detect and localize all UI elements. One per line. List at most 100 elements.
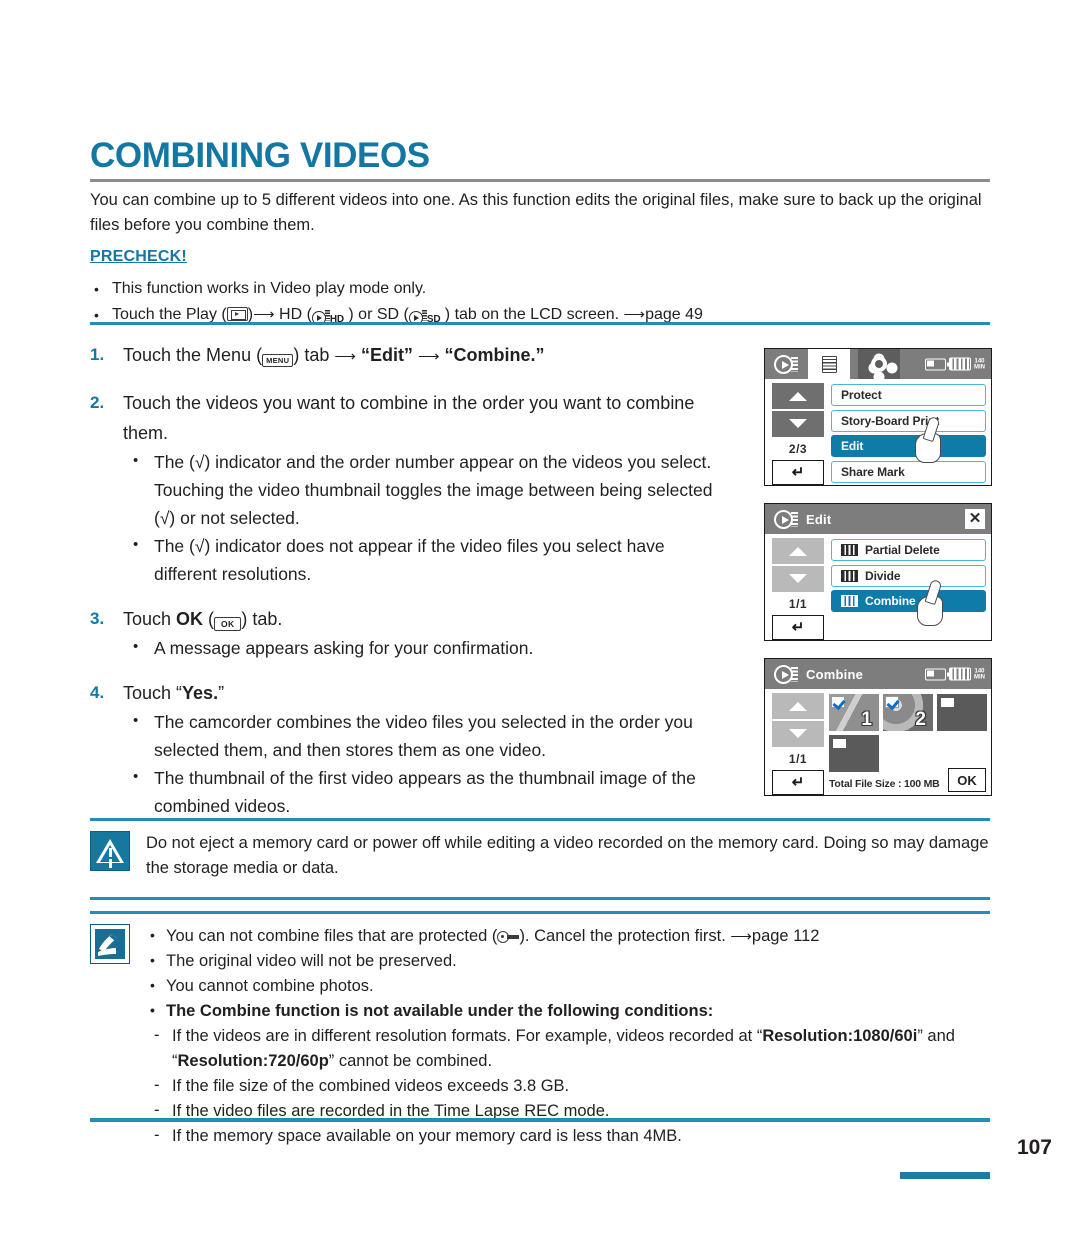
step-4-bullets: The camcorder combines the video files y… bbox=[123, 707, 730, 820]
edit-scroll-down-button[interactable] bbox=[772, 565, 824, 592]
combine-back-button[interactable]: ↵ bbox=[772, 769, 824, 795]
caution-text: Do not eject a memory card or power off … bbox=[146, 834, 989, 877]
note-divider-bottom bbox=[90, 1118, 990, 1122]
menu-scroll-up-button[interactable] bbox=[772, 383, 824, 409]
step-3-bullet-1: A message appears asking for your confir… bbox=[123, 633, 730, 662]
sd-icon: SD bbox=[408, 305, 441, 325]
menu-screen-nav: 2/3 ↵ bbox=[772, 383, 824, 485]
precheck-play-label: Touch the Play ( bbox=[112, 306, 227, 323]
step-4: 4. Touch “Yes.” The camcorder combines t… bbox=[90, 678, 730, 820]
step-4-number: 4. bbox=[90, 683, 105, 702]
menu-scroll-down-button[interactable] bbox=[772, 410, 824, 437]
back-arrow-icon: ↵ bbox=[791, 464, 805, 481]
step-3-text-b: ( bbox=[203, 609, 215, 629]
step-1-arrow-1-icon: ⟶ bbox=[334, 348, 356, 365]
menu-item-share-mark[interactable]: Share Mark bbox=[831, 460, 986, 483]
exclamation-icon bbox=[108, 848, 112, 857]
menu-items-list: Protect Story-Board Print Edit Share Mar… bbox=[831, 384, 986, 486]
menu-screen-body: 2/3 ↵ Protect Story-Board Print Edit Sha… bbox=[765, 379, 991, 485]
document-icon bbox=[821, 355, 837, 373]
menu-item-protect[interactable]: Protect bbox=[831, 384, 986, 406]
step-3-bullets: A message appears asking for your confir… bbox=[123, 633, 730, 662]
thumbnail-1-check-icon bbox=[831, 696, 845, 708]
thumbnail-1-order-number: 1 bbox=[861, 709, 872, 730]
warning-triangle-icon bbox=[96, 839, 124, 863]
menu-item-edit[interactable]: Edit bbox=[831, 435, 986, 457]
menu-item-story-board-print-label: Story-Board Print bbox=[841, 413, 940, 428]
note-condition-1-text-c: ” cannot be combined. bbox=[328, 1052, 493, 1070]
ok-button-icon: OK bbox=[214, 617, 242, 631]
edit-scroll-up-button[interactable] bbox=[772, 538, 824, 564]
note-text-column: You can not combine files that are prote… bbox=[146, 923, 990, 1149]
note-condition-4: If the memory space available on your me… bbox=[146, 1123, 990, 1149]
edit-chevron-up-icon bbox=[789, 546, 807, 556]
menu-back-button[interactable]: ↵ bbox=[772, 459, 824, 485]
edit-screen-titlebar: Edit ✕ bbox=[765, 504, 991, 534]
play-mode-disc-icon bbox=[774, 354, 793, 374]
footer-accent-bar bbox=[900, 1172, 990, 1179]
combine-chevron-down-icon bbox=[789, 729, 807, 738]
step-1-body: Touch the Menu (MENU) tab ⟶ “Edit” ⟶ “Co… bbox=[123, 340, 730, 372]
note-condition-1-bold-a: Resolution:1080/60i bbox=[762, 1027, 918, 1045]
precheck-hd-label: HD ( bbox=[274, 306, 312, 323]
page-title-block: COMBINING VIDEOS bbox=[90, 138, 990, 182]
menu-item-share-mark-label: Share Mark bbox=[841, 464, 905, 479]
thumbnail-4-placeholder-icon bbox=[833, 739, 846, 748]
combine-battery-icon bbox=[925, 668, 949, 680]
note-item-4: The Combine function is not available un… bbox=[146, 998, 990, 1024]
combine-ok-button[interactable]: OK bbox=[948, 768, 986, 792]
menu-item-edit-label: Edit bbox=[841, 439, 864, 453]
title-divider bbox=[90, 179, 990, 182]
precheck-tail-text: ) tab on the LCD screen. bbox=[440, 306, 624, 323]
lcd-combine-screen: Combine 140 MIN 1/1 ↵ 1 2 Total File Siz… bbox=[764, 658, 992, 796]
partial-delete-icon bbox=[841, 544, 858, 556]
step-2-bullet-1: The (√) indicator and the order number a… bbox=[123, 447, 730, 532]
edit-item-combine[interactable]: Combine bbox=[831, 590, 986, 612]
edit-item-partial-delete-label: Partial Delete bbox=[865, 543, 940, 557]
combine-memory-icon bbox=[949, 667, 971, 681]
step-4-bullet-2: The thumbnail of the first video appears… bbox=[123, 763, 730, 820]
edit-chevron-down-icon bbox=[789, 574, 807, 583]
thumbnail-3[interactable] bbox=[937, 694, 987, 731]
edit-screen-body: 1/1 ↵ Partial Delete Divide Combine bbox=[765, 534, 991, 640]
step-3-number: 3. bbox=[90, 609, 105, 628]
note-box: You can not combine files that are prote… bbox=[90, 911, 990, 1149]
tab-menu-settings[interactable] bbox=[858, 349, 900, 379]
thumbnail-2-check-icon bbox=[885, 696, 899, 708]
close-icon[interactable]: ✕ bbox=[965, 509, 985, 529]
chevron-up-icon bbox=[789, 391, 807, 401]
menu-page-indicator: 2/3 bbox=[788, 441, 808, 456]
thumbnail-4[interactable] bbox=[829, 735, 879, 772]
caution-divider-bottom bbox=[90, 897, 990, 900]
step-1-text-a: Touch the Menu ( bbox=[123, 345, 263, 365]
step-1-number: 1. bbox=[90, 345, 105, 364]
tab-menu-document[interactable] bbox=[808, 349, 850, 379]
caution-box: Do not eject a memory card or power off … bbox=[90, 818, 990, 881]
lcd-edit-screen: Edit ✕ 1/1 ↵ Partial Delete Divide Combi… bbox=[764, 503, 992, 641]
edit-play-mode-disc-icon bbox=[774, 509, 793, 529]
combine-status-icons: 140 MIN bbox=[925, 667, 985, 681]
step-4-yes-label: Yes. bbox=[182, 683, 219, 703]
page-ref-arrow-icon: ⟶ bbox=[623, 306, 646, 323]
thumbnail-1[interactable]: 1 bbox=[829, 694, 879, 731]
step-3-ok-label: OK bbox=[176, 609, 204, 629]
edit-item-divide[interactable]: Divide bbox=[831, 564, 986, 587]
edit-back-button[interactable]: ↵ bbox=[772, 614, 824, 640]
edit-item-partial-delete[interactable]: Partial Delete bbox=[831, 539, 986, 561]
thumbnail-2[interactable]: 2 bbox=[883, 694, 933, 731]
lcd-menu-screen: 140 MIN 2/3 ↵ Protect Story-Board Print E… bbox=[764, 348, 992, 486]
combine-chevron-up-icon bbox=[789, 701, 807, 711]
combine-play-mode-disc-icon bbox=[774, 664, 793, 684]
step-4-text-b: ” bbox=[218, 683, 225, 703]
note-condition-1: If the videos are in different resolutio… bbox=[146, 1023, 990, 1074]
menu-item-story-board-print[interactable]: Story-Board Print bbox=[831, 409, 986, 432]
combine-scroll-down-button[interactable] bbox=[772, 720, 824, 747]
combine-icon bbox=[841, 595, 858, 607]
combine-scroll-up-button[interactable] bbox=[772, 693, 824, 719]
step-1-text-b: ) tab bbox=[293, 345, 335, 365]
precheck-heading: PRECHECK! bbox=[90, 248, 187, 265]
precheck-divider bbox=[90, 322, 990, 325]
edit-items-list: Partial Delete Divide Combine bbox=[831, 539, 986, 616]
memory-time-label: 140 MIN bbox=[974, 358, 985, 370]
